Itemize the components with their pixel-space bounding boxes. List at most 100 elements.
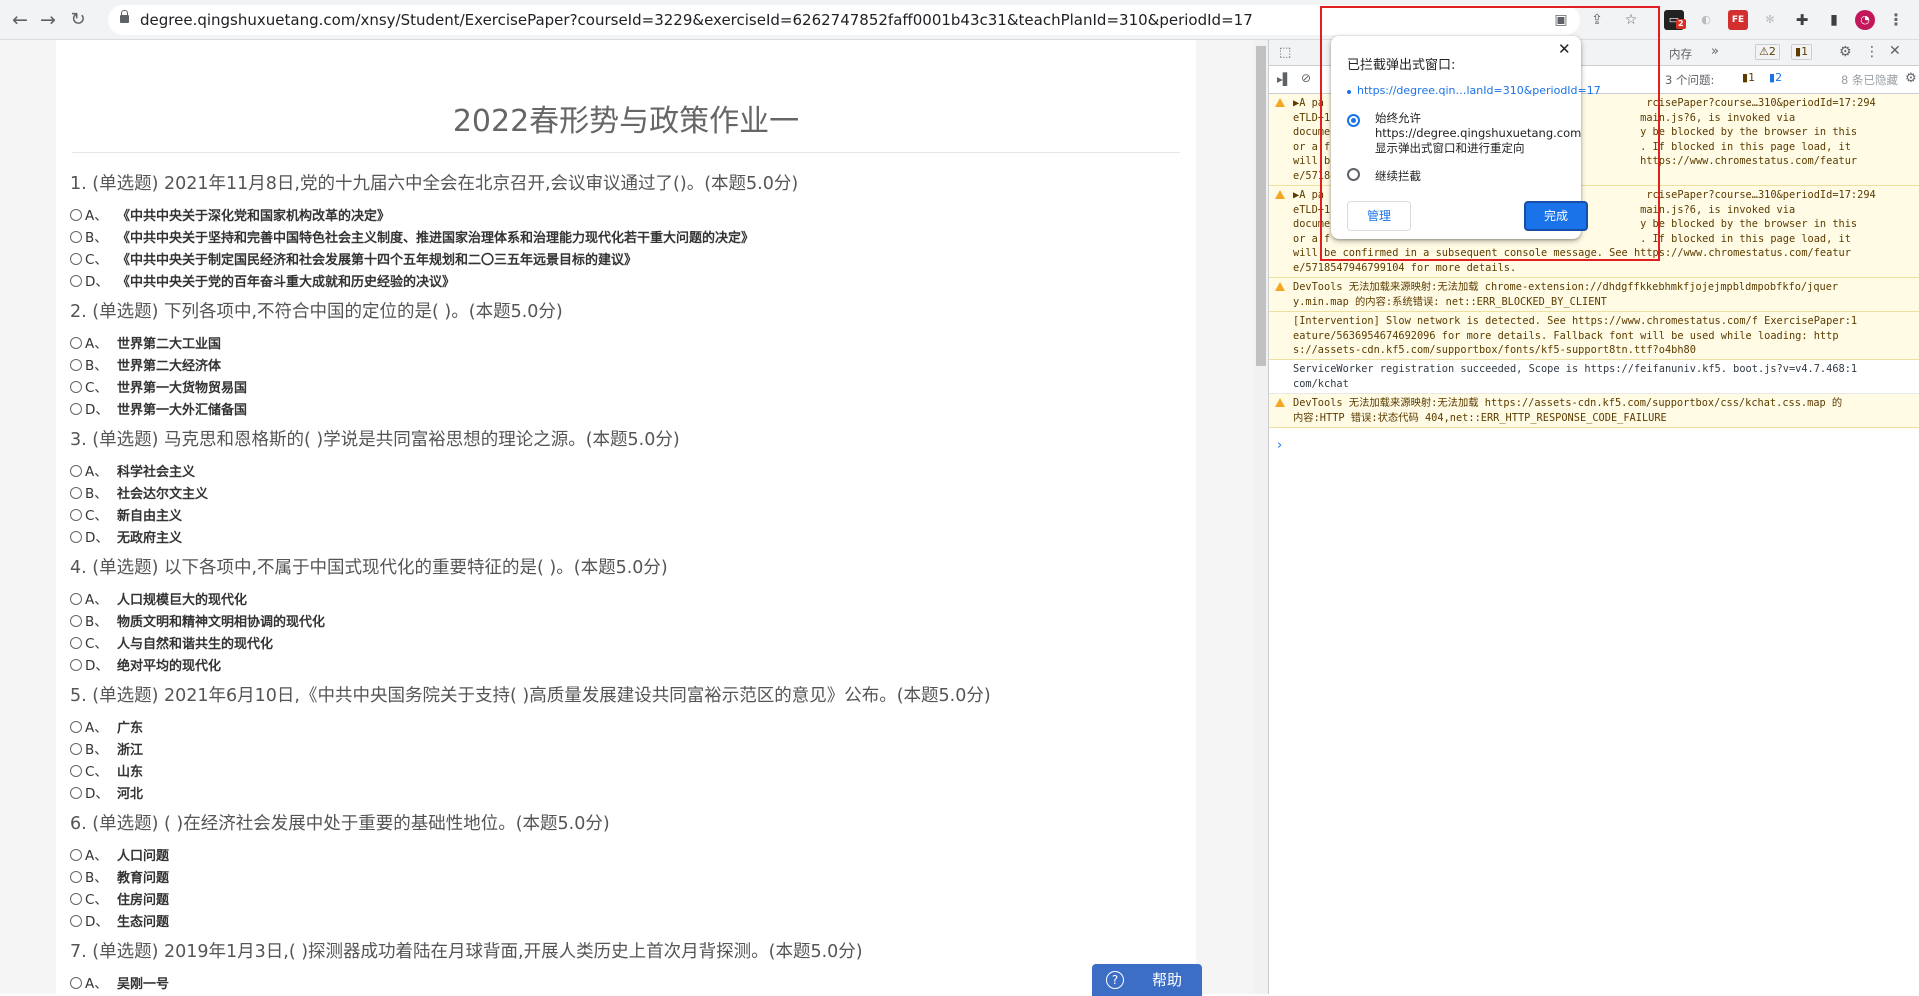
message-text[interactable]: ServiceWorker registration succeeded, Sc… [1293,362,1916,391]
option-item[interactable]: D、 无政府主义 [70,526,182,546]
option-item[interactable]: B、 《中共中央关于坚持和完善中国特色社会主义制度、推进国家治理体系和治理能力现代… [70,226,754,246]
tab-memory[interactable]: 内存 [1669,46,1692,62]
issue-count-badge[interactable]: ▮1 [1791,44,1813,60]
option-item[interactable]: A、 吴刚一号 [70,972,169,992]
radio-button[interactable] [70,787,82,799]
option-text: 《中共中央关于制定国民经济和社会发展第十四个五年规划和二〇三五年远景目标的建议》 [117,253,638,268]
clear-console-icon[interactable]: ⊘ [1301,71,1311,85]
radio-button[interactable] [70,231,82,243]
radio-button[interactable] [70,615,82,627]
message-text[interactable]: [Intervention] Slow network is detected.… [1293,314,1916,358]
option-item[interactable]: B、 世界第二大经济体 [70,354,221,374]
console-message[interactable]: [Intervention] Slow network is detected.… [1269,312,1919,360]
extension-icon[interactable]: ✻ [1760,10,1780,30]
warning-count: 2 [1768,45,1776,58]
issues-warn-badge[interactable]: ▮1 [1739,71,1758,87]
option-text: 河北 [117,787,144,802]
radio-button[interactable] [70,253,82,265]
radio-button[interactable] [70,337,82,349]
url-text[interactable]: degree.qingshuxuetang.com/xnsy/Student/E… [140,5,1253,35]
option-item[interactable]: A、 《中共中央关于深化党和国家机构改革的决定》 [70,204,390,224]
option-item[interactable]: D、 生态问题 [70,910,169,930]
radio-button[interactable] [70,509,82,521]
warning-icon [1275,190,1285,199]
lock-icon[interactable] [120,10,129,23]
console-message[interactable]: DevTools 无法加载来源映射:无法加载 chrome-extension:… [1269,278,1919,312]
gear-icon[interactable]: ⚙ [1905,71,1917,86]
radio-button[interactable] [70,743,82,755]
radio-button[interactable] [70,593,82,605]
radio-button[interactable] [70,275,82,287]
option-item[interactable]: C、 住房问题 [70,888,169,908]
inspect-icon[interactable]: ⬚ [1279,45,1291,60]
extension-icon[interactable]: ◐ [1696,10,1716,30]
sidebar-toggle-icon[interactable]: ▸▌ [1277,72,1292,86]
option-item[interactable]: C、 人与自然和谐共生的现代化 [70,632,273,652]
radio-button[interactable] [70,849,82,861]
option-item[interactable]: D、 《中共中央关于党的百年奋斗重大成就和历史经验的决议》 [70,270,455,290]
option-item[interactable]: B、 浙江 [70,738,143,758]
option-item[interactable]: D、 世界第一大外汇储备国 [70,398,247,418]
radio-button[interactable] [70,637,82,649]
radio-button[interactable] [70,871,82,883]
side-panel-icon[interactable]: ▮ [1824,10,1844,30]
option-item[interactable]: A、 人口问题 [70,844,169,864]
option-item[interactable]: A、 世界第二大工业国 [70,332,221,352]
option-item[interactable]: D、 绝对平均的现代化 [70,654,221,674]
radio-button[interactable] [70,359,82,371]
radio-button[interactable] [70,465,82,477]
radio-button[interactable] [70,531,82,543]
option-item[interactable]: B、 教育问题 [70,866,169,886]
extension-icon[interactable]: FE [1728,10,1748,30]
radio-button[interactable] [70,915,82,927]
console-message[interactable]: DevTools 无法加载来源映射:无法加载 https://assets-cd… [1269,394,1919,428]
option-item[interactable]: B、 物质文明和精神文明相协调的现代化 [70,610,325,630]
back-arrow-icon[interactable]: ← [8,8,32,32]
option-text: 《中共中央关于坚持和完善中国特色社会主义制度、推进国家治理体系和治理能力现代化若… [117,231,755,246]
radio-button[interactable] [70,977,82,989]
scrollbar-thumb[interactable] [1256,46,1266,366]
radio-button[interactable] [70,893,82,905]
radio-button[interactable] [70,403,82,415]
option-letter: A、 [85,976,108,992]
menu-dots-icon[interactable]: ⋮ [1886,10,1906,30]
option-item[interactable]: B、 社会达尔文主义 [70,482,208,502]
option-item[interactable]: D、 河北 [70,782,143,802]
gear-icon[interactable]: ⚙ [1839,44,1852,60]
radio-button[interactable] [70,381,82,393]
close-icon[interactable]: ✕ [1889,43,1901,59]
question-text: 4. (单选题) 以下各项中,不属于中国式现代化的重要特征的是( )。(本题5.… [70,558,668,578]
radio-button[interactable] [70,659,82,671]
issues-label[interactable]: 3 个问题: [1665,72,1714,88]
forward-arrow-icon[interactable]: → [36,8,60,32]
help-button[interactable]: ? 帮助 [1092,964,1202,996]
message-text[interactable]: DevTools 无法加载来源映射:无法加载 chrome-extension:… [1293,280,1916,309]
option-letter: B、 [85,614,108,630]
menu-dots-icon[interactable]: ⋮ [1865,44,1879,60]
reload-icon[interactable]: ↻ [66,8,90,32]
option-text: 世界第一大货物贸易国 [117,381,248,396]
option-item[interactable]: A、 广东 [70,716,143,736]
option-item[interactable]: C、 山东 [70,760,143,780]
message-text[interactable]: DevTools 无法加载来源映射:无法加载 https://assets-cd… [1293,396,1916,425]
more-tabs-icon[interactable]: » [1711,44,1719,59]
avatar[interactable]: ◔ [1855,10,1875,30]
warning-count-badge[interactable]: ⚠2 [1755,44,1780,60]
question-mark-icon: ? [1106,971,1124,989]
extension-icon[interactable]: ▭ 2 [1664,10,1686,30]
issues-info-badge[interactable]: ▮2 [1766,71,1785,87]
option-item[interactable]: C、 新自由主义 [70,504,182,524]
radio-button[interactable] [70,487,82,499]
page-scrollbar[interactable] [1254,40,1268,994]
option-item[interactable]: C、 世界第一大货物贸易国 [70,376,247,396]
radio-button[interactable] [70,721,82,733]
radio-button[interactable] [70,209,82,221]
option-item[interactable]: A、 科学社会主义 [70,460,195,480]
option-text: 《中共中央关于党的百年奋斗重大成就和历史经验的决议》 [117,275,456,290]
option-item[interactable]: C、 《中共中央关于制定国民经济和社会发展第十四个五年规划和二〇三五年远景目标的建… [70,248,637,268]
console-prompt[interactable]: › [1277,438,1282,453]
option-item[interactable]: A、 人口规模巨大的现代化 [70,588,247,608]
radio-button[interactable] [70,765,82,777]
console-message[interactable]: ServiceWorker registration succeeded, Sc… [1269,360,1919,394]
puzzle-icon[interactable]: ✚ [1792,10,1812,30]
